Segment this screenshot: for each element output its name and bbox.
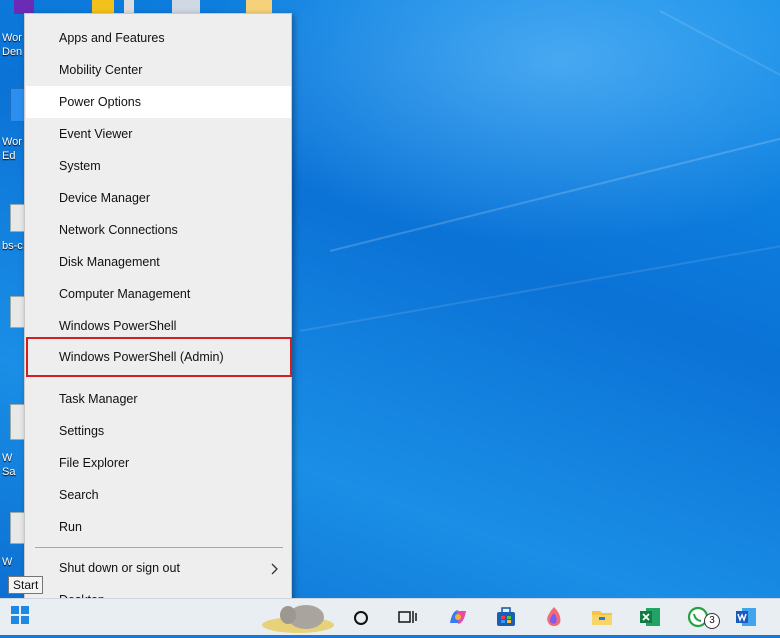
menu-item-label: System xyxy=(59,159,101,173)
menu-item-label: Power Options xyxy=(59,95,141,109)
menu-item-label: Windows PowerShell xyxy=(59,319,177,333)
chevron-right-icon xyxy=(271,552,279,584)
menu-item-system[interactable]: System xyxy=(26,150,291,182)
menu-item-shut-down-or-sign-out[interactable]: Shut down or sign out xyxy=(26,552,291,584)
desktop-shortcut[interactable]: Wor Den xyxy=(0,14,26,58)
desktop-shortcut[interactable]: bs-c xyxy=(0,204,34,252)
menu-item-network-connections[interactable]: Network Connections xyxy=(26,214,291,246)
desktop-shortcut[interactable]: Wor Ed xyxy=(0,86,34,162)
menu-item-label: Event Viewer xyxy=(59,127,133,141)
menu-item-settings[interactable]: Settings xyxy=(26,415,291,447)
menu-item-windows-powershell-admin[interactable]: Windows PowerShell (Admin) xyxy=(26,337,292,377)
desktop-shortcut[interactable]: W xyxy=(0,512,34,568)
menu-item-computer-management[interactable]: Computer Management xyxy=(26,278,291,310)
menu-item-label: Run xyxy=(59,520,82,534)
start-tooltip: Start xyxy=(8,576,44,594)
menu-item-apps-and-features[interactable]: Apps and Features xyxy=(26,22,291,54)
app-icon[interactable] xyxy=(14,0,34,14)
desktop-shortcut-label: Ed xyxy=(2,150,16,162)
menu-item-label: Windows PowerShell (Admin) xyxy=(59,350,224,364)
search-circle-icon[interactable] xyxy=(350,605,374,629)
task-view-icon[interactable] xyxy=(396,605,420,629)
menu-item-label: Apps and Features xyxy=(59,31,165,45)
desktop-shortcut-label: Sa xyxy=(2,466,16,478)
menu-item-label: Search xyxy=(59,488,99,502)
desktop-shortcut[interactable]: W Sa xyxy=(0,404,34,478)
menu-item-device-manager[interactable]: Device Manager xyxy=(26,182,291,214)
weather-widget-icon[interactable] xyxy=(258,599,334,633)
menu-item-power-options[interactable]: Power Options xyxy=(26,86,291,118)
file-explorer-icon[interactable] xyxy=(590,605,614,629)
menu-item-label: Network Connections xyxy=(59,223,178,237)
edge-dev-icon[interactable] xyxy=(542,605,566,629)
word-icon[interactable] xyxy=(734,605,758,629)
menu-item-label: Shut down or sign out xyxy=(59,561,180,575)
menu-item-label: Device Manager xyxy=(59,191,151,205)
menu-item-label: Computer Management xyxy=(59,287,191,301)
desktop-shortcut-label: W xyxy=(2,452,13,464)
app-icon[interactable] xyxy=(92,0,114,14)
menu-item-label: Mobility Center xyxy=(59,63,143,77)
wallpaper-streak xyxy=(329,100,780,252)
menu-item-label: Disk Management xyxy=(59,255,160,269)
desktop-shortcut-label: Den xyxy=(2,46,23,58)
store-icon[interactable] xyxy=(494,605,518,629)
menu-item-search[interactable]: Search xyxy=(26,479,291,511)
menu-item-task-manager[interactable]: Task Manager xyxy=(26,383,291,415)
taskbar xyxy=(0,598,780,635)
desktop-shortcut[interactable] xyxy=(0,296,34,340)
desktop-shortcut-label: bs-c xyxy=(2,240,23,252)
desktop-shortcut-label: W xyxy=(2,556,13,568)
menu-item-file-explorer[interactable]: File Explorer xyxy=(26,447,291,479)
start-icon[interactable] xyxy=(10,605,34,629)
menu-item-label: File Explorer xyxy=(59,456,130,470)
menu-item-disk-management[interactable]: Disk Management xyxy=(26,246,291,278)
menu-separator xyxy=(35,547,283,548)
desktop-shortcut-label: Wor xyxy=(2,136,22,148)
excel-icon[interactable] xyxy=(638,605,662,629)
notification-badge: 3 xyxy=(704,613,720,629)
winx-context-menu: Apps and Features Mobility Center Power … xyxy=(24,13,292,625)
wallpaper-streak xyxy=(659,10,780,106)
app-icon[interactable] xyxy=(124,0,134,14)
menu-item-run[interactable]: Run xyxy=(26,511,291,543)
menu-item-label: Task Manager xyxy=(59,392,138,406)
desktop-shortcut-label: Wor xyxy=(2,32,22,44)
menu-item-event-viewer[interactable]: Event Viewer xyxy=(26,118,291,150)
menu-item-mobility-center[interactable]: Mobility Center xyxy=(26,54,291,86)
recycle-bin-icon[interactable] xyxy=(172,0,200,14)
folder-icon[interactable] xyxy=(246,0,272,14)
menu-item-label: Settings xyxy=(59,424,105,438)
wallpaper-streak xyxy=(299,208,780,332)
copilot-icon[interactable] xyxy=(446,605,470,629)
